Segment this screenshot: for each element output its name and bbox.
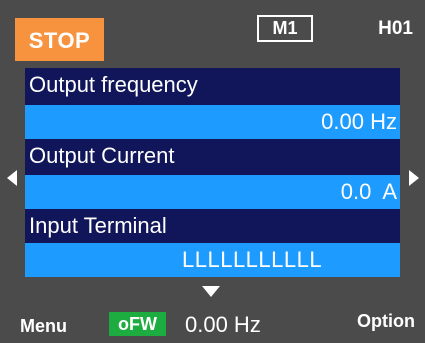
monitor-value-input-terminal: LLLLLLLLLLL — [25, 243, 400, 277]
option-softkey[interactable]: Option — [357, 310, 415, 332]
monitor-panel: Output frequency 0.00 Hz Output Current … — [25, 68, 400, 277]
right-arrow-icon[interactable] — [409, 170, 419, 186]
frequency-readout: 0.00 Hz — [185, 312, 261, 337]
monitor-value-output-current: 0.0 A — [25, 175, 400, 209]
monitor-label-output-frequency: Output frequency — [25, 68, 400, 102]
menu-softkey[interactable]: Menu — [20, 315, 67, 337]
mode-indicator: M1 — [257, 15, 313, 42]
parameter-code: H01 — [378, 18, 413, 39]
direction-badge: oFW — [109, 312, 166, 336]
monitor-value-output-frequency: 0.00 Hz — [25, 105, 400, 139]
monitor-label-input-terminal: Input Terminal — [25, 209, 400, 243]
inverter-display: STOP M1 H01 Output frequency 0.00 Hz Out… — [0, 0, 425, 343]
monitor-label-output-current: Output Current — [25, 139, 400, 173]
down-arrow-icon[interactable] — [202, 286, 220, 297]
status-badge: STOP — [15, 18, 104, 61]
left-arrow-icon[interactable] — [7, 170, 17, 186]
